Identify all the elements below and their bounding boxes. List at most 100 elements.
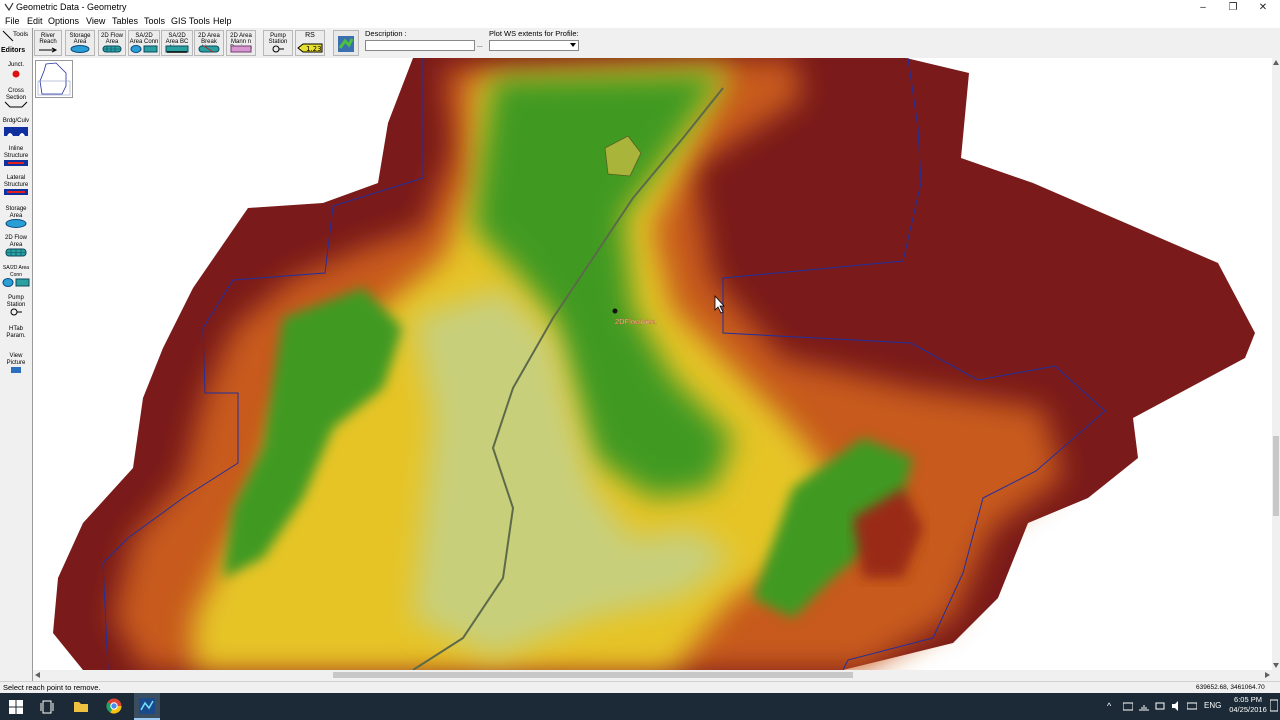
flow-area-label[interactable]: 2DFlowArea [615, 317, 657, 326]
scroll-up-icon[interactable] [1273, 60, 1279, 65]
manning-regions-button[interactable]: 2D Area Mann n Regions [226, 30, 256, 56]
menu-gis-tools[interactable]: GIS Tools [171, 16, 210, 26]
pump-station-icon [10, 308, 22, 316]
vertical-scroll-thumb[interactable] [1273, 436, 1279, 516]
chevron-down-icon [570, 43, 576, 47]
chrome-icon[interactable] [106, 698, 122, 714]
file-explorer-icon[interactable] [73, 699, 89, 713]
river-reach-button[interactable]: River Reach [34, 30, 62, 56]
editor-lateral-structure[interactable]: Lateral Structure [1, 175, 31, 201]
flow-area-marker[interactable] [612, 308, 618, 314]
windows-start-icon[interactable] [9, 700, 23, 714]
pump-station-button[interactable]: Pump Station [263, 30, 293, 56]
rs-icon: 1.23 [297, 43, 323, 53]
2d-flow-area-icon [102, 45, 122, 53]
description-input[interactable] [365, 40, 475, 51]
break-lines-button[interactable]: 2D Area Break Lines [194, 30, 224, 56]
storage-area-icon [70, 45, 90, 53]
speaker-icon[interactable] [1171, 701, 1181, 711]
rs-icon-number: 1.23 [306, 45, 322, 53]
sa-2d-conn-icon [130, 45, 158, 53]
river-reach-icon [39, 47, 58, 53]
inline-structure-icon [4, 160, 28, 166]
action-center-icon[interactable] [1270, 699, 1278, 713]
status-message: Select reach point to remove. [3, 683, 101, 692]
2d-flow-area-button[interactable]: 2D Flow Area [98, 30, 126, 56]
sa-2d-conn-button[interactable]: SA/2D Area Conn [128, 30, 160, 56]
minimize-button[interactable]: – [1188, 0, 1218, 15]
bc-lines-button[interactable]: SA/2D Area BC Lines [161, 30, 193, 56]
menu-edit[interactable]: Edit [27, 16, 43, 26]
tools-label: Tools [13, 31, 29, 38]
junction-icon [12, 70, 20, 77]
menu-help[interactable]: Help [213, 16, 232, 26]
tray-network-icon[interactable] [1139, 701, 1149, 711]
tray-time: 6:05 PM [1234, 695, 1262, 704]
storage-area-icon [5, 219, 27, 228]
editor-storage-area[interactable]: Storage Area [1, 206, 31, 232]
2d-flow-area-icon [5, 248, 27, 257]
maximize-button[interactable]: ❐ [1218, 0, 1248, 15]
keyboard-icon[interactable] [1187, 701, 1197, 711]
task-view-icon[interactable] [40, 700, 54, 714]
tray-language[interactable]: ENG [1204, 701, 1221, 710]
editor-inline-structure[interactable]: Inline Structure [1, 146, 31, 172]
manning-regions-icon [230, 45, 252, 53]
vertical-scrollbar[interactable] [1272, 58, 1280, 670]
horizontal-scrollbar[interactable] [33, 670, 1272, 680]
hec-ras-taskbar-button[interactable] [134, 693, 160, 720]
sa-2d-conn-icon [2, 278, 30, 287]
plot-ws-label: Plot WS extents for Profile: [489, 29, 579, 38]
storage-area-button[interactable]: Storage Area [65, 30, 95, 56]
menu-view[interactable]: View [86, 16, 105, 26]
plot-ws-profile-select[interactable] [489, 40, 579, 51]
scroll-right-icon[interactable] [1265, 672, 1270, 678]
close-button[interactable]: ✕ [1248, 0, 1278, 15]
menu-tables[interactable]: Tables [112, 16, 138, 26]
status-coordinates: 639652.68, 3461064.70 [1196, 684, 1265, 691]
description-ellipsis-button[interactable]: ... [477, 42, 483, 49]
editor-junction[interactable]: Junct. [1, 62, 31, 86]
terrain-map[interactable]: 2DFlowArea [33, 58, 1272, 670]
window-title: Geometric Data - Geometry [16, 2, 127, 12]
editors-panel: Tools Editors Junct. Cross Section Brdg/… [0, 28, 33, 681]
tray-app-icon[interactable] [1123, 702, 1133, 711]
scroll-left-icon[interactable] [35, 672, 40, 678]
pump-station-icon [272, 45, 284, 53]
map-layers-icon [338, 36, 354, 52]
editor-cross-section[interactable]: Cross Section [1, 88, 31, 114]
horizontal-scroll-thumb[interactable] [333, 672, 853, 678]
windows-taskbar: ^ ENG 6:05 PM 04/25/2016 [0, 693, 1280, 720]
overview-outline-icon [37, 62, 71, 96]
toolbar: River Reach Storage Area 2D Flow Area SA… [0, 28, 1280, 59]
tray-overflow-icon[interactable]: ^ [1107, 701, 1111, 711]
editor-sa-2d-conn[interactable]: SA/2D Area Conn [1, 265, 31, 291]
scroll-down-icon[interactable] [1273, 663, 1279, 668]
hec-ras-icon [139, 698, 155, 714]
editor-htab-param[interactable]: HTab Param. [1, 326, 31, 346]
menu-tools[interactable]: Tools [144, 16, 165, 26]
tray-clock[interactable]: 6:05 PM 04/25/2016 [1228, 695, 1268, 715]
title-bar: Geometric Data - Geometry – ❐ ✕ [0, 0, 1280, 15]
geometry-map-canvas[interactable]: 2DFlowArea [33, 58, 1272, 670]
editor-view-picture[interactable]: View Picture [1, 353, 31, 379]
bridge-culvert-icon [4, 126, 28, 136]
menu-file[interactable]: File [5, 16, 20, 26]
app-icon [4, 2, 14, 12]
editors-label: Editors [1, 47, 26, 54]
description-label: Description : [365, 29, 407, 38]
tray-battery-icon[interactable] [1155, 701, 1165, 711]
georef-map-button[interactable] [333, 30, 359, 56]
tray-date: 04/25/2016 [1229, 705, 1267, 714]
view-picture-icon [11, 367, 21, 373]
editor-bridge-culvert[interactable]: Brdg/Culv [1, 118, 31, 142]
menu-bar: File Edit Options View Tables Tools GIS … [0, 15, 1280, 28]
rs-button[interactable]: RS 1.23 [295, 30, 325, 56]
editor-2d-flow-area[interactable]: 2D Flow Area [1, 235, 31, 261]
bc-lines-icon [165, 45, 189, 53]
lateral-structure-icon [4, 189, 28, 195]
editor-pump-station[interactable]: Pump Station [1, 295, 31, 321]
overview-thumbnail[interactable] [35, 60, 73, 98]
menu-options[interactable]: Options [48, 16, 79, 26]
cross-section-icon [4, 101, 28, 108]
